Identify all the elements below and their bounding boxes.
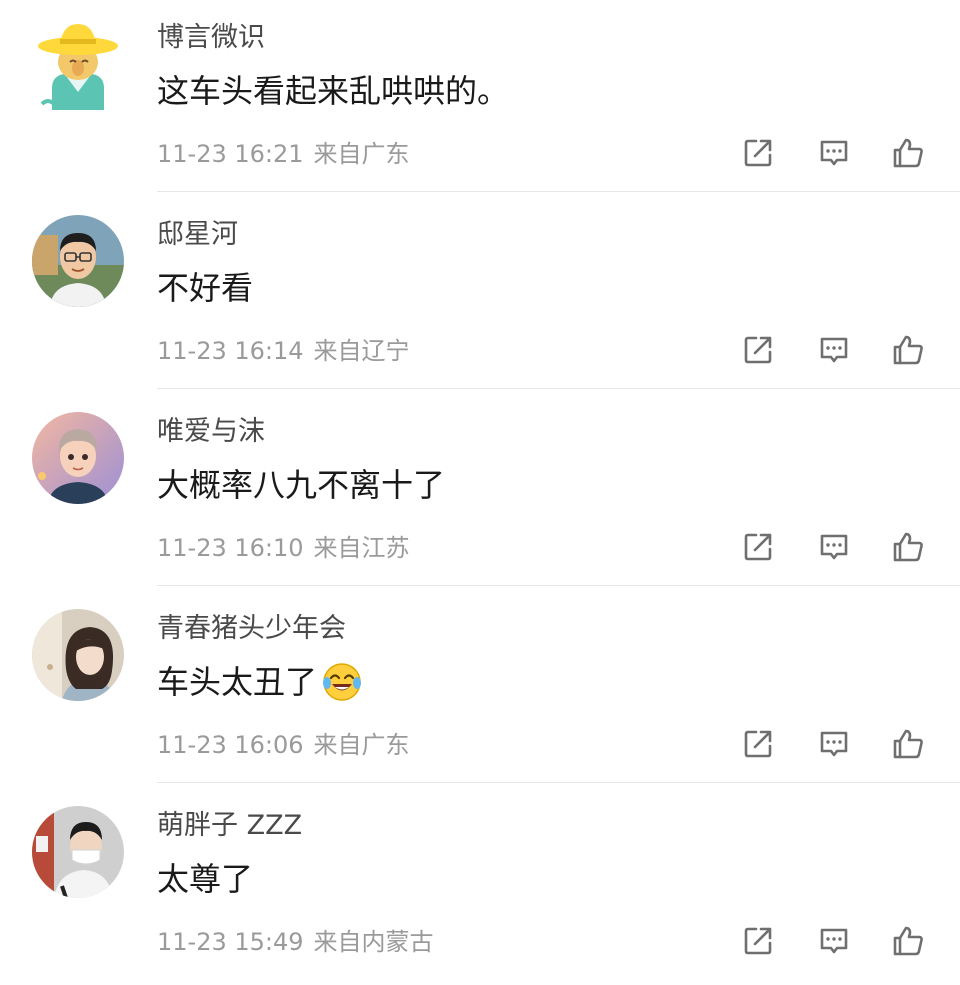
comment-list: 博言微识 这车头看起来乱哄哄的。 11-23 16:21 来自广东 邸星河 不好…	[0, 0, 960, 960]
comment-text: 这车头看起来乱哄哄的。	[157, 70, 509, 112]
comment-actions	[740, 332, 930, 370]
reply-icon	[820, 140, 848, 166]
comment-time: 11-23 16:10	[157, 534, 304, 562]
comment-location: 来自广东	[313, 140, 410, 168]
reply-button[interactable]	[816, 135, 852, 171]
share-icon	[744, 336, 772, 364]
comment-meta: 11-23 16:10 来自江苏	[157, 532, 410, 564]
comment-meta: 11-23 16:06 来自广东	[157, 729, 410, 761]
comment-text-value: 不好看	[157, 269, 254, 307]
comment-time: 11-23 16:21	[157, 140, 304, 168]
like-button[interactable]	[890, 332, 926, 368]
comment-item: 青春猪头少年会 车头太丑了 11-23 16:06 来自广东	[0, 591, 960, 788]
girl-photo-avatar-icon	[32, 609, 124, 701]
username[interactable]: 博言微识	[157, 20, 265, 56]
avatar[interactable]	[32, 609, 124, 701]
share-icon	[744, 927, 772, 955]
share-button[interactable]	[740, 332, 776, 368]
share-icon	[744, 730, 772, 758]
laughing-crying-emoji-icon	[321, 661, 363, 703]
avatar[interactable]	[32, 18, 124, 110]
comment-text: 太尊了	[157, 858, 253, 900]
like-button[interactable]	[890, 529, 926, 565]
username[interactable]: 萌胖子 ZZZ	[157, 808, 302, 844]
reply-button[interactable]	[816, 529, 852, 565]
comment-location: 来自辽宁	[313, 337, 410, 365]
avatar[interactable]	[32, 215, 124, 307]
divider	[157, 585, 960, 586]
comment-item: 唯爱与沫 大概率八九不离十了 11-23 16:10 来自江苏	[0, 394, 960, 591]
share-button[interactable]	[740, 923, 776, 959]
share-icon	[744, 533, 772, 561]
username[interactable]: 邸星河	[157, 217, 238, 253]
reply-icon	[820, 731, 848, 757]
comment-item: 邸星河 不好看 11-23 16:14 来自辽宁	[0, 197, 960, 394]
divider	[157, 191, 960, 192]
straw-hat-cartoon-avatar-icon	[32, 18, 124, 110]
thumbs-up-icon	[893, 335, 923, 365]
comment-meta: 11-23 16:14 来自辽宁	[157, 335, 410, 367]
comment-item: 博言微识 这车头看起来乱哄哄的。 11-23 16:21 来自广东	[0, 0, 960, 197]
like-button[interactable]	[890, 135, 926, 171]
username[interactable]: 青春猪头少年会	[157, 611, 346, 647]
share-icon	[744, 139, 772, 167]
thumbs-up-icon	[893, 926, 923, 956]
comment-text: 车头太丑了	[157, 661, 363, 703]
reply-icon	[820, 928, 848, 954]
comment-actions	[740, 135, 930, 173]
comment-item: 萌胖子 ZZZ 太尊了 11-23 15:49 来自内蒙古	[0, 788, 960, 985]
reply-button[interactable]	[816, 726, 852, 762]
comment-text: 大概率八九不离十了	[157, 464, 445, 506]
like-button[interactable]	[890, 923, 926, 959]
reply-button[interactable]	[816, 923, 852, 959]
comment-location: 来自内蒙古	[313, 928, 434, 956]
divider	[157, 388, 960, 389]
reply-icon	[820, 337, 848, 363]
share-button[interactable]	[740, 529, 776, 565]
divider	[157, 782, 960, 783]
comment-meta: 11-23 16:21 来自广东	[157, 138, 410, 170]
comment-location: 来自江苏	[313, 534, 410, 562]
avatar[interactable]	[32, 806, 124, 898]
thumbs-up-icon	[893, 532, 923, 562]
comment-time: 11-23 15:49	[157, 928, 304, 956]
man-with-glasses-photo-avatar-icon	[32, 215, 124, 307]
cartoon-boy-avatar-icon	[32, 412, 124, 504]
comment-actions	[740, 726, 930, 764]
share-button[interactable]	[740, 135, 776, 171]
comment-actions	[740, 529, 930, 567]
share-button[interactable]	[740, 726, 776, 762]
comment-text-value: 车头太丑了	[157, 663, 318, 701]
comment-text-value: 太尊了	[157, 860, 254, 898]
comment-time: 11-23 16:06	[157, 731, 304, 759]
avatar[interactable]	[32, 412, 124, 504]
comment-text-value: 大概率八九不离十了	[157, 466, 446, 504]
comment-meta: 11-23 15:49 来自内蒙古	[157, 926, 434, 958]
like-button[interactable]	[890, 726, 926, 762]
thumbs-up-icon	[893, 138, 923, 168]
comment-time: 11-23 16:14	[157, 337, 304, 365]
comment-text-value: 这车头看起来乱哄哄的。	[157, 72, 510, 110]
comment-location: 来自广东	[313, 731, 410, 759]
thumbs-up-icon	[893, 729, 923, 759]
comment-text: 不好看	[157, 267, 253, 309]
reply-icon	[820, 534, 848, 560]
username[interactable]: 唯爱与沫	[157, 414, 265, 450]
comment-actions	[740, 923, 930, 961]
reply-button[interactable]	[816, 332, 852, 368]
masked-boy-photo-avatar-icon	[32, 806, 124, 898]
